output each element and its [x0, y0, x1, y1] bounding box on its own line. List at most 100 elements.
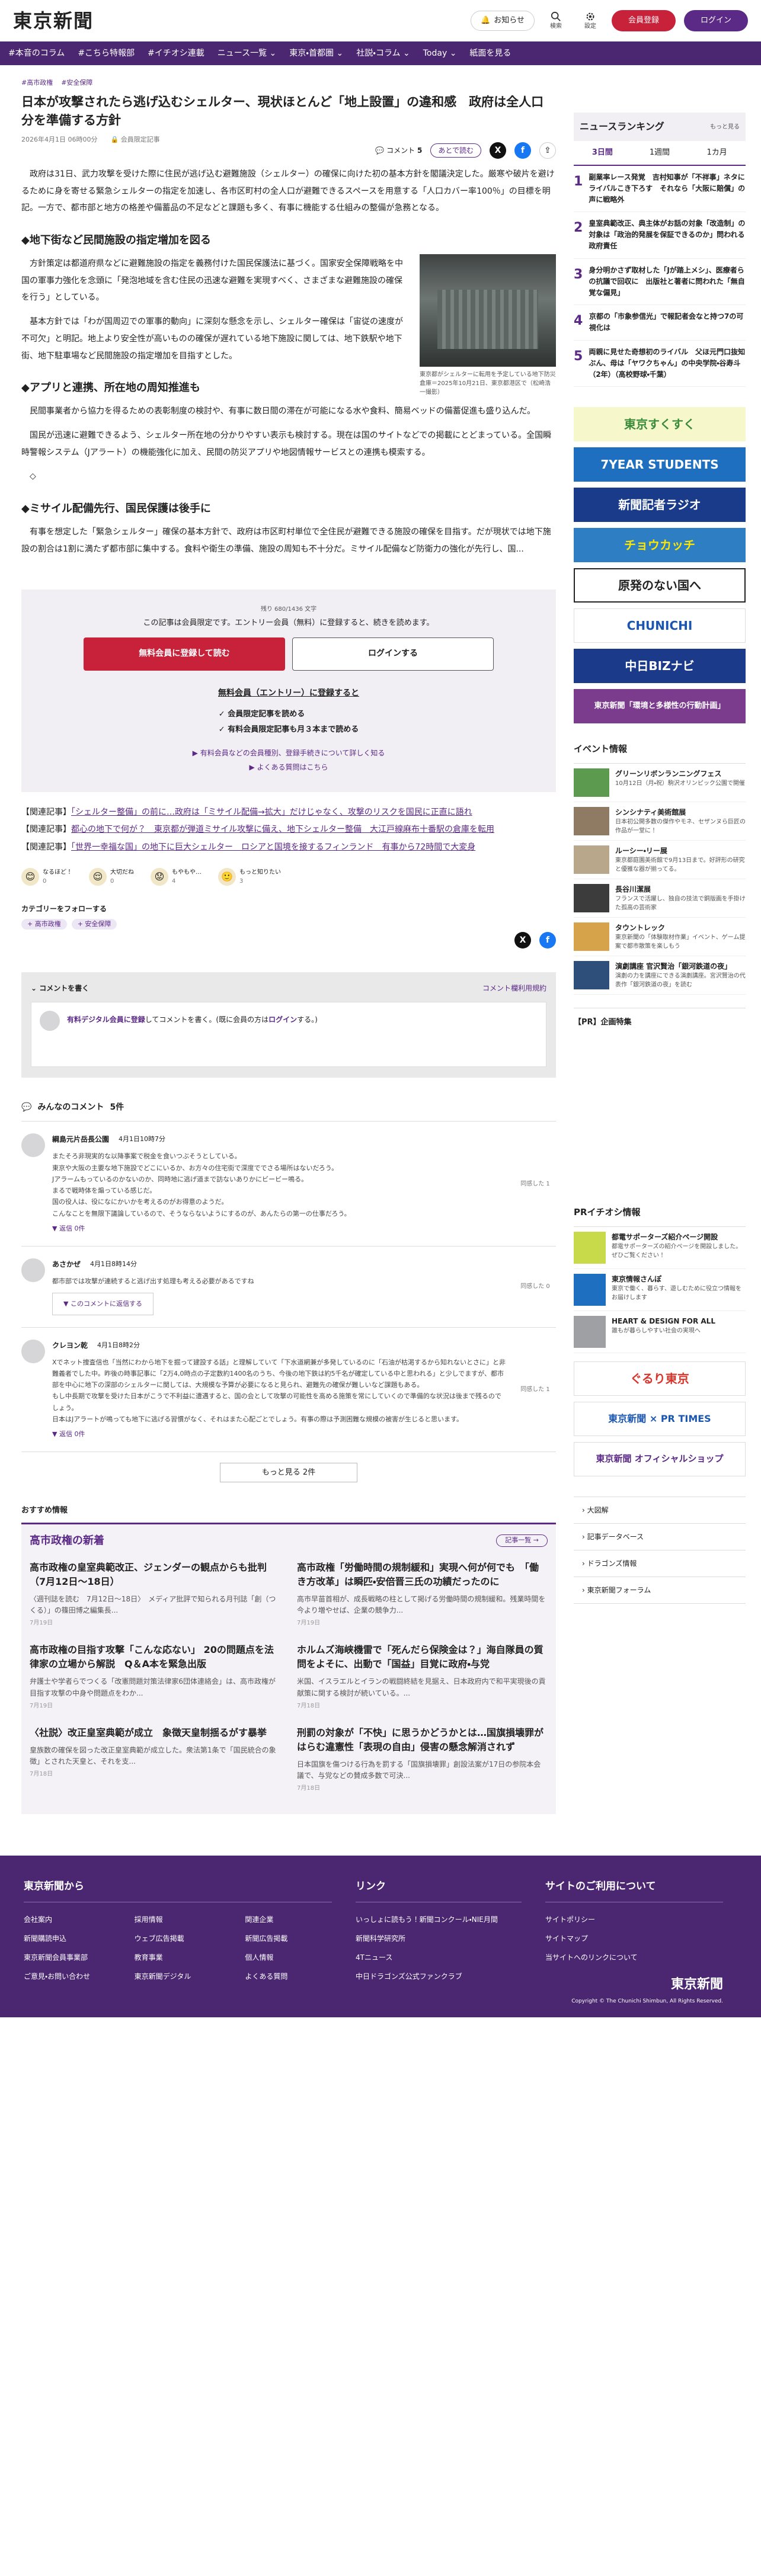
tab-3days[interactable]: 3日間	[574, 141, 631, 165]
ranking-item[interactable]: 5 両親に見せた奇想初のライバル 父ほ元門口抜知ぶん、母は「ヤワクちゃん」の中央学…	[574, 341, 746, 387]
banner-students[interactable]: 7YEAR STUDENTS	[574, 447, 746, 482]
rec-article[interactable]: 高市政権の皇室典範改正、ジェンダーの観点からも批判（7月12日〜18日） 〈週刊誌…	[30, 1561, 280, 1627]
footer-link[interactable]: 東京新聞会員事業部	[24, 1952, 111, 1963]
ranking-item[interactable]: 2 皇室典範改正、典主体がお話の対象「改造制」の対象は「政治的発展を保証できるのか…	[574, 212, 746, 259]
footer-link[interactable]: ウェブ広告掲載	[135, 1933, 222, 1944]
paid-register-link[interactable]: 有料デジタル会員に登録	[67, 1015, 145, 1024]
sidebar-link[interactable]: › ドラゴンズ情報	[574, 1550, 746, 1577]
free-register-button[interactable]: 無料会員に登録して読む	[84, 637, 285, 671]
pr-item[interactable]: 東京情報さんぽ 東京で働く、暮らす、遊しむために役立つ情報をお届けします	[574, 1269, 746, 1311]
related-link[interactable]: 「シェルター整備」の前に…政府は「ミサイル配備→拡大」だけじゃなく、攻撃のリスク…	[71, 808, 472, 817]
tag-link[interactable]: #安全保障	[61, 78, 92, 88]
rec-article[interactable]: 高市政権「労働時間の規制緩和」実現へ何が何でも 「働き方改革」は瞬匹・安倍晋三氏…	[297, 1561, 548, 1627]
rec-article[interactable]: 〈社説〉改正皇室典範が成立 象徴天皇制揺るがす暴挙 皇族数の確保を図った改正皇室典…	[30, 1726, 280, 1793]
replies-toggle[interactable]: ▼ 返信 0件	[52, 1223, 507, 1234]
follow-chip[interactable]: + 高市政権	[21, 918, 67, 930]
nav-item[interactable]: #こちら特報部	[78, 47, 135, 60]
related-link[interactable]: 都心の地下で何が？ 東京都が弾道ミサイル攻撃に備え、地下シェルター整備 大江戸線…	[71, 825, 494, 834]
banner-sukusuku[interactable]: 東京すくすく	[574, 407, 746, 442]
settings-button[interactable]: 設定	[577, 11, 603, 31]
event-item[interactable]: シンシナティ美術館展 日本初公開多数の傑作やモネ、セザンヌら巨匠の作品が一堂に！	[574, 802, 746, 841]
rec-article[interactable]: 刑罰の対象が「不快」に思うかどうかとは…国旗損壊罪がはらむ違憲性「表現の自由」侵…	[297, 1726, 548, 1793]
ranking-more-link[interactable]: もっと見る	[710, 123, 740, 132]
event-item[interactable]: グリーンリボンランニングフェス 10月12日（月・祝）駒沢オリンピック公園で開催	[574, 764, 746, 802]
event-item[interactable]: 演劇講座 官沢賢治「銀河鉄道の夜」 演劇の力を講座にできる演劇講座。宮沢賢治の代表…	[574, 956, 746, 995]
tab-1week[interactable]: 1週間	[631, 141, 689, 165]
notify-button[interactable]: 🔔 お知らせ	[471, 11, 535, 31]
nav-item[interactable]: ニュース一覧 ⌄	[218, 47, 276, 60]
footer-link[interactable]: サイトポリシー	[545, 1914, 723, 1925]
banner-environment[interactable]: 東京新聞「環境と多様性の行動計画」	[574, 689, 746, 724]
footer-link[interactable]: 新聞購読申込	[24, 1933, 111, 1944]
nav-item[interactable]: 紙面を見る	[469, 47, 511, 60]
footer-link[interactable]: サイトマップ	[545, 1933, 723, 1944]
reply-button[interactable]: ▼ このコメントに返信する	[52, 1293, 154, 1315]
footer-link[interactable]: よくある質問	[245, 1971, 332, 1982]
banner-bizNavi[interactable]: 中日BIZナビ	[574, 649, 746, 684]
share-icon[interactable]: ⇪	[539, 142, 556, 159]
event-item[interactable]: 長谷川潔展 フランスで活躍し、独自の技法で銅版画を手掛けた孤高の芸術家	[574, 879, 746, 918]
agree-button[interactable]: 同感した 0	[514, 1282, 556, 1291]
membership-info-link[interactable]: ▶ 有料会員などの会員種別、登録手続きについて詳しく知る	[21, 746, 556, 760]
banner-radio[interactable]: 新聞記者ラジオ	[574, 488, 746, 523]
agree-button[interactable]: 同感した 1	[514, 1385, 556, 1394]
follow-chip[interactable]: + 安全保障	[71, 918, 117, 930]
pr-item[interactable]: 都電サポーターズ紹介ページ開設 都電サポーターズの紹介ページを開設しました。ぜひご…	[574, 1227, 746, 1269]
all-articles-link[interactable]: 記事一覧 →	[496, 1534, 548, 1547]
x-share-icon[interactable]: X	[514, 932, 531, 949]
footer-link[interactable]: 教育事業	[135, 1952, 222, 1963]
footer-link[interactable]: 会社案内	[24, 1914, 111, 1925]
shelter-photo[interactable]	[420, 254, 556, 367]
banner-shop[interactable]: 東京新聞 オフィシャルショップ	[574, 1441, 746, 1476]
nav-item[interactable]: #本音のコラム	[8, 47, 65, 60]
footer-link[interactable]: いっしょに読もう！新聞コンクール・NIE月間	[356, 1914, 522, 1925]
banner-chokatchi[interactable]: チョウカッチ	[574, 528, 746, 563]
save-later-button[interactable]: あとで読む	[430, 143, 481, 158]
facebook-share-icon[interactable]: f	[539, 932, 556, 949]
faq-link[interactable]: ▶ よくある質問はこちら	[21, 760, 556, 774]
rec-article[interactable]: ホルムズ海峡機雷で「死んだら保険金は？」海自隊員の質問をよそに、出動で「国益」目…	[297, 1643, 548, 1710]
banner-genpatsu[interactable]: 原発のない国へ	[574, 568, 746, 603]
nav-item[interactable]: 東京・首都圏 ⌄	[289, 47, 343, 60]
event-item[interactable]: タウントレック 東京新聞の「体験取材作業」イベント、ゲーム提案で都市散策を楽しもう	[574, 918, 746, 956]
x-share-icon[interactable]: X	[490, 142, 506, 159]
banner-prtimes[interactable]: 東京新聞 × PR TIMES	[574, 1401, 746, 1436]
related-link[interactable]: 「世界一幸福な国」の地下に巨大シェルター ロシアと国境を接するフィンランド 有事…	[71, 842, 475, 852]
ranking-item[interactable]: 4 京都の「市象参信光」で報記者会なと持つ7の可視化は	[574, 305, 746, 341]
footer-link[interactable]: 東京新聞デジタル	[135, 1971, 222, 1982]
paywall-login-button[interactable]: ログインする	[292, 637, 494, 671]
footer-link[interactable]: 当サイトへのリンクについて	[545, 1952, 723, 1963]
login-button[interactable]: ログイン	[683, 10, 748, 31]
pr-item[interactable]: HEART & DESIGN FOR ALL 誰もが暮らしやすい社会の実現へ	[574, 1311, 746, 1353]
comment-login-link[interactable]: ログイン	[268, 1015, 297, 1024]
reaction-button[interactable]: 😊 なるほど！ 0	[21, 867, 72, 886]
site-logo[interactable]: 東京新聞	[13, 7, 94, 35]
nav-item[interactable]: #イチオシ連載	[148, 47, 204, 60]
ranking-item[interactable]: 1 副業率レース発覚 吉村知事が「不祥事」ネタにライバルこき下ろす それなら「大阪…	[574, 166, 746, 213]
footer-link[interactable]: ご意見・お問い合わせ	[24, 1971, 111, 1982]
footer-link[interactable]: 関連企業	[245, 1914, 332, 1925]
footer-link[interactable]: 新聞広告掲載	[245, 1933, 332, 1944]
footer-link[interactable]: 個人情報	[245, 1952, 332, 1963]
agree-button[interactable]: 同感した 1	[514, 1180, 556, 1188]
footer-link[interactable]: 採用情報	[135, 1914, 222, 1925]
comment-policy-link[interactable]: コメント欄利用規約	[482, 983, 546, 994]
register-button[interactable]: 会員登録	[611, 10, 676, 31]
sidebar-link[interactable]: › 記事データベース	[574, 1524, 746, 1550]
banner-chunichi[interactable]: CHUNICHI	[574, 608, 746, 643]
tab-1month[interactable]: 1カ月	[688, 141, 746, 165]
more-comments-button[interactable]: もっと見る 2件	[219, 1463, 358, 1483]
footer-link[interactable]: 4Tニュース	[356, 1952, 522, 1963]
ranking-item[interactable]: 3 身分明かさず取材した「Jが踏上メシ」、医療者らの抗議で回収に 出版社と著者に問…	[574, 259, 746, 306]
replies-toggle[interactable]: ▼ 返信 0件	[52, 1428, 507, 1440]
reaction-button[interactable]: 🙂 もっと知りたい 3	[218, 867, 281, 886]
nav-item[interactable]: Today ⌄	[423, 47, 457, 60]
reaction-button[interactable]: 😌 大切だね 0	[89, 867, 134, 886]
reaction-button[interactable]: 😟 もやもや… 4	[151, 867, 202, 886]
footer-logo[interactable]: 東京新聞	[545, 1975, 723, 1994]
search-button[interactable]: 検索	[543, 11, 569, 31]
comment-input-area[interactable]: 有料デジタル会員に登録してコメントを書く。(既に会員の方はログインする。)	[31, 1002, 546, 1068]
event-item[interactable]: ルーシー・リー展 東京都庭園美術館で9月13日まで。好評形の研究と優雅な器が揃って…	[574, 841, 746, 879]
footer-link[interactable]: 新聞科学研究所	[356, 1933, 522, 1944]
nav-item[interactable]: 社説・コラム ⌄	[356, 47, 410, 60]
